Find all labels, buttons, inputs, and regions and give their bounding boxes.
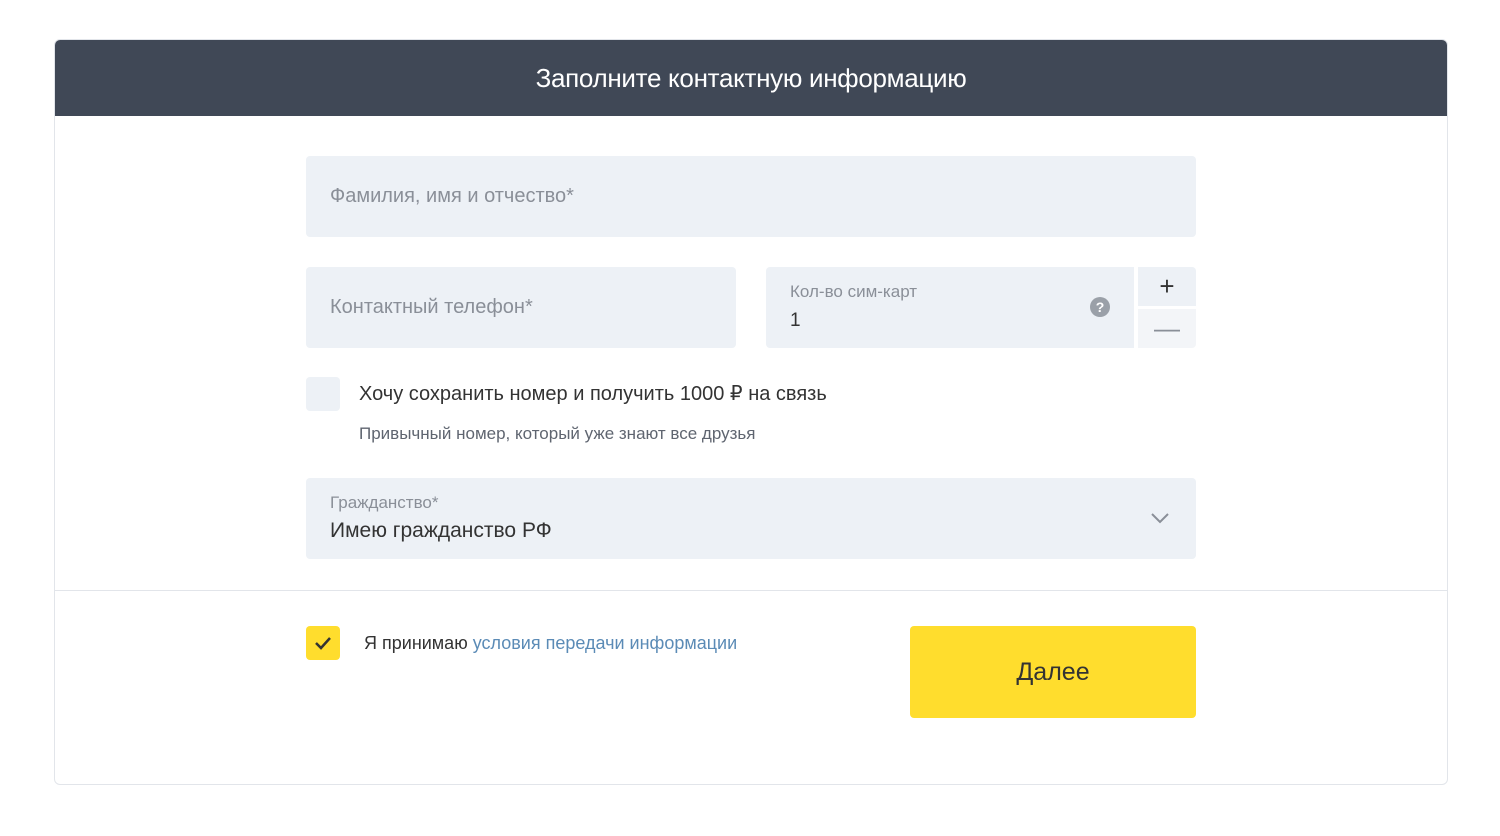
citizenship-value: Имею гражданство РФ <box>330 519 552 542</box>
accept-terms-prefix: Я принимаю <box>364 633 468 653</box>
citizenship-select[interactable]: Гражданство* Имею гражданство РФ <box>306 478 1196 559</box>
question-circle-icon[interactable]: ? <box>1090 297 1110 317</box>
keep-number-checkbox[interactable] <box>306 377 340 411</box>
phone-input[interactable] <box>330 267 712 348</box>
sim-count-decrement-button[interactable]: — <box>1138 309 1196 348</box>
sim-count-increment-button[interactable]: + <box>1138 267 1196 306</box>
keep-number-label[interactable]: Хочу сохранить номер и получить 1000 ₽ н… <box>359 381 827 406</box>
section-divider <box>55 590 1447 591</box>
phone-field[interactable] <box>306 267 736 348</box>
sim-count-field[interactable]: Кол-во сим-карт 1 ? <box>766 267 1134 348</box>
next-button[interactable]: Далее <box>910 626 1196 718</box>
contact-form-card: Заполните контактную информацию Кол-во с… <box>54 39 1448 785</box>
citizenship-label: Гражданство* <box>330 493 439 512</box>
accept-terms-checkbox[interactable] <box>306 626 340 660</box>
checkmark-icon <box>315 637 331 650</box>
sim-count-label: Кол-во сим-карт <box>790 282 918 301</box>
accept-terms-text: Я принимаю условия передачи информации <box>364 633 737 654</box>
keep-number-hint: Привычный номер, который уже знают все д… <box>359 424 756 443</box>
form-header: Заполните контактную информацию <box>55 40 1447 116</box>
sim-count-value[interactable]: 1 <box>790 310 801 332</box>
full-name-field[interactable] <box>306 156 1196 237</box>
full-name-input[interactable] <box>330 156 1172 237</box>
form-title: Заполните контактную информацию <box>535 62 967 93</box>
chevron-down-icon <box>1151 513 1169 524</box>
terms-link[interactable]: условия передачи информации <box>473 633 737 653</box>
